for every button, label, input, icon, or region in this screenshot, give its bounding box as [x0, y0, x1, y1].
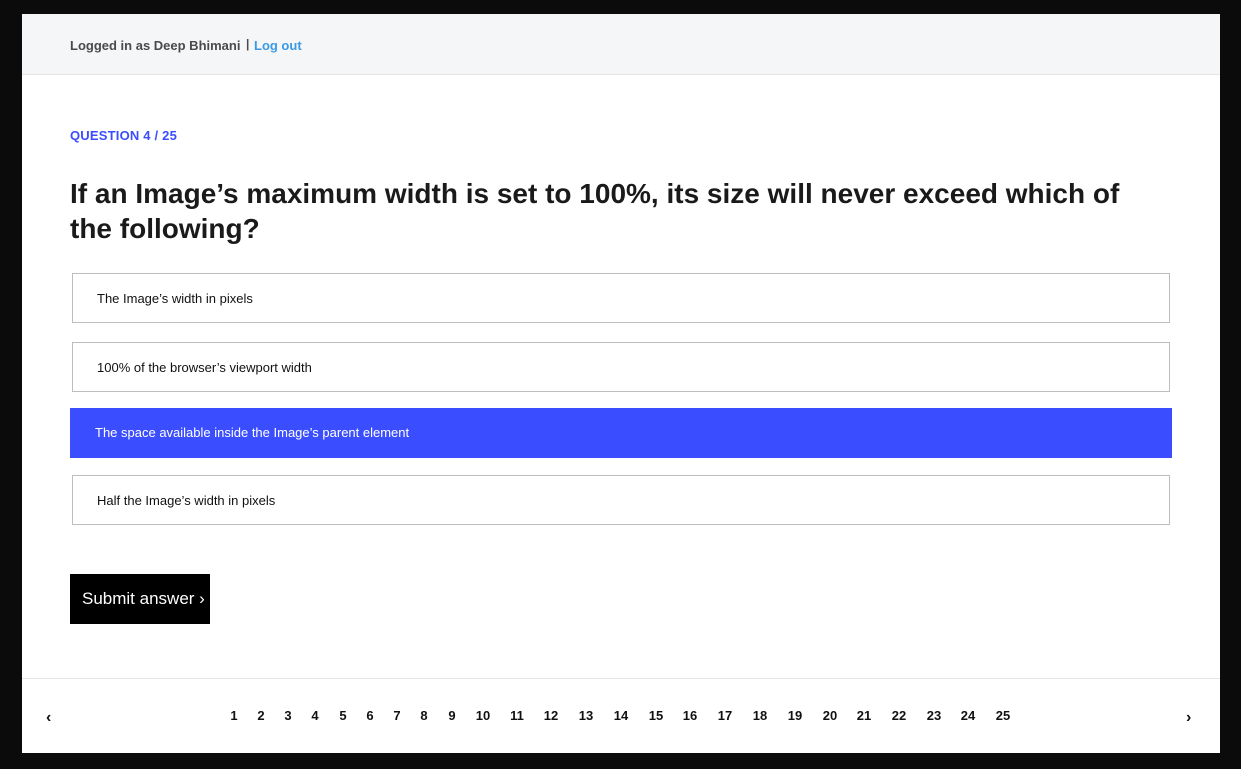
page-link-5[interactable]: 5: [339, 708, 346, 723]
page-link-1[interactable]: 1: [230, 708, 237, 723]
page-link-25[interactable]: 25: [996, 708, 1010, 723]
page-link-13[interactable]: 13: [579, 708, 593, 723]
page-link-14[interactable]: 14: [614, 708, 628, 723]
page-link-23[interactable]: 23: [927, 708, 941, 723]
logged-in-text: Logged in as Deep Bhimani: [70, 38, 241, 53]
page-link-19[interactable]: 19: [788, 708, 802, 723]
answer-label: 100% of the browser’s viewport width: [97, 360, 312, 375]
answer-option-1[interactable]: The Image’s width in pixels: [72, 273, 1170, 323]
answer-option-2[interactable]: 100% of the browser’s viewport width: [72, 342, 1170, 392]
page-number-list: 1 2 3 4 5 6 7 8 9 10 11 12 13 14 15 16 17 18 19 20 21 22 23 24 2…: [22, 708, 1220, 728]
page-link-10[interactable]: 10: [476, 708, 490, 723]
page-link-8[interactable]: 8: [420, 708, 427, 723]
page-link-6[interactable]: 6: [366, 708, 373, 723]
pagination-bar: ‹ 1 2 3 4 5 6 7 8 9 10 11 12 13 14 15 16 17 18 19 20 21 22 23 2…: [22, 678, 1220, 753]
page-link-20[interactable]: 20: [823, 708, 837, 723]
question-counter: QUESTION 4 / 25: [70, 128, 178, 143]
page-link-4[interactable]: 4: [311, 708, 318, 723]
question-text: If an Image’s maximum width is set to 10…: [70, 178, 1120, 244]
answer-option-3-selected[interactable]: The space available inside the Image’s p…: [70, 408, 1172, 458]
page-link-7[interactable]: 7: [393, 708, 400, 723]
answer-option-4[interactable]: Half the Image’s width in pixels: [72, 475, 1170, 525]
page-link-16[interactable]: 16: [683, 708, 697, 723]
page-link-12[interactable]: 12: [544, 708, 558, 723]
header-separator: |: [246, 37, 250, 51]
page-link-21[interactable]: 21: [857, 708, 871, 723]
page-link-9[interactable]: 9: [448, 708, 455, 723]
page-link-24[interactable]: 24: [961, 708, 975, 723]
page-link-22[interactable]: 22: [892, 708, 906, 723]
answer-label: The Image’s width in pixels: [97, 291, 253, 306]
page-link-11[interactable]: 11: [510, 708, 524, 723]
answer-label: Half the Image’s width in pixels: [97, 493, 276, 508]
answer-label: The space available inside the Image’s p…: [95, 425, 410, 440]
page-link-2[interactable]: 2: [257, 708, 264, 723]
page-link-17[interactable]: 17: [718, 708, 732, 723]
page-link-15[interactable]: 15: [649, 708, 663, 723]
page-link-18[interactable]: 18: [753, 708, 767, 723]
logout-link[interactable]: Log out: [254, 38, 302, 53]
page-link-3[interactable]: 3: [284, 708, 291, 723]
next-arrow-icon[interactable]: ›: [1186, 709, 1191, 727]
quiz-app: Logged in as Deep Bhimani | Log out QUES…: [22, 14, 1220, 753]
top-bar: Logged in as Deep Bhimani | Log out: [22, 14, 1220, 75]
submit-answer-button[interactable]: Submit answer ›: [70, 574, 210, 624]
